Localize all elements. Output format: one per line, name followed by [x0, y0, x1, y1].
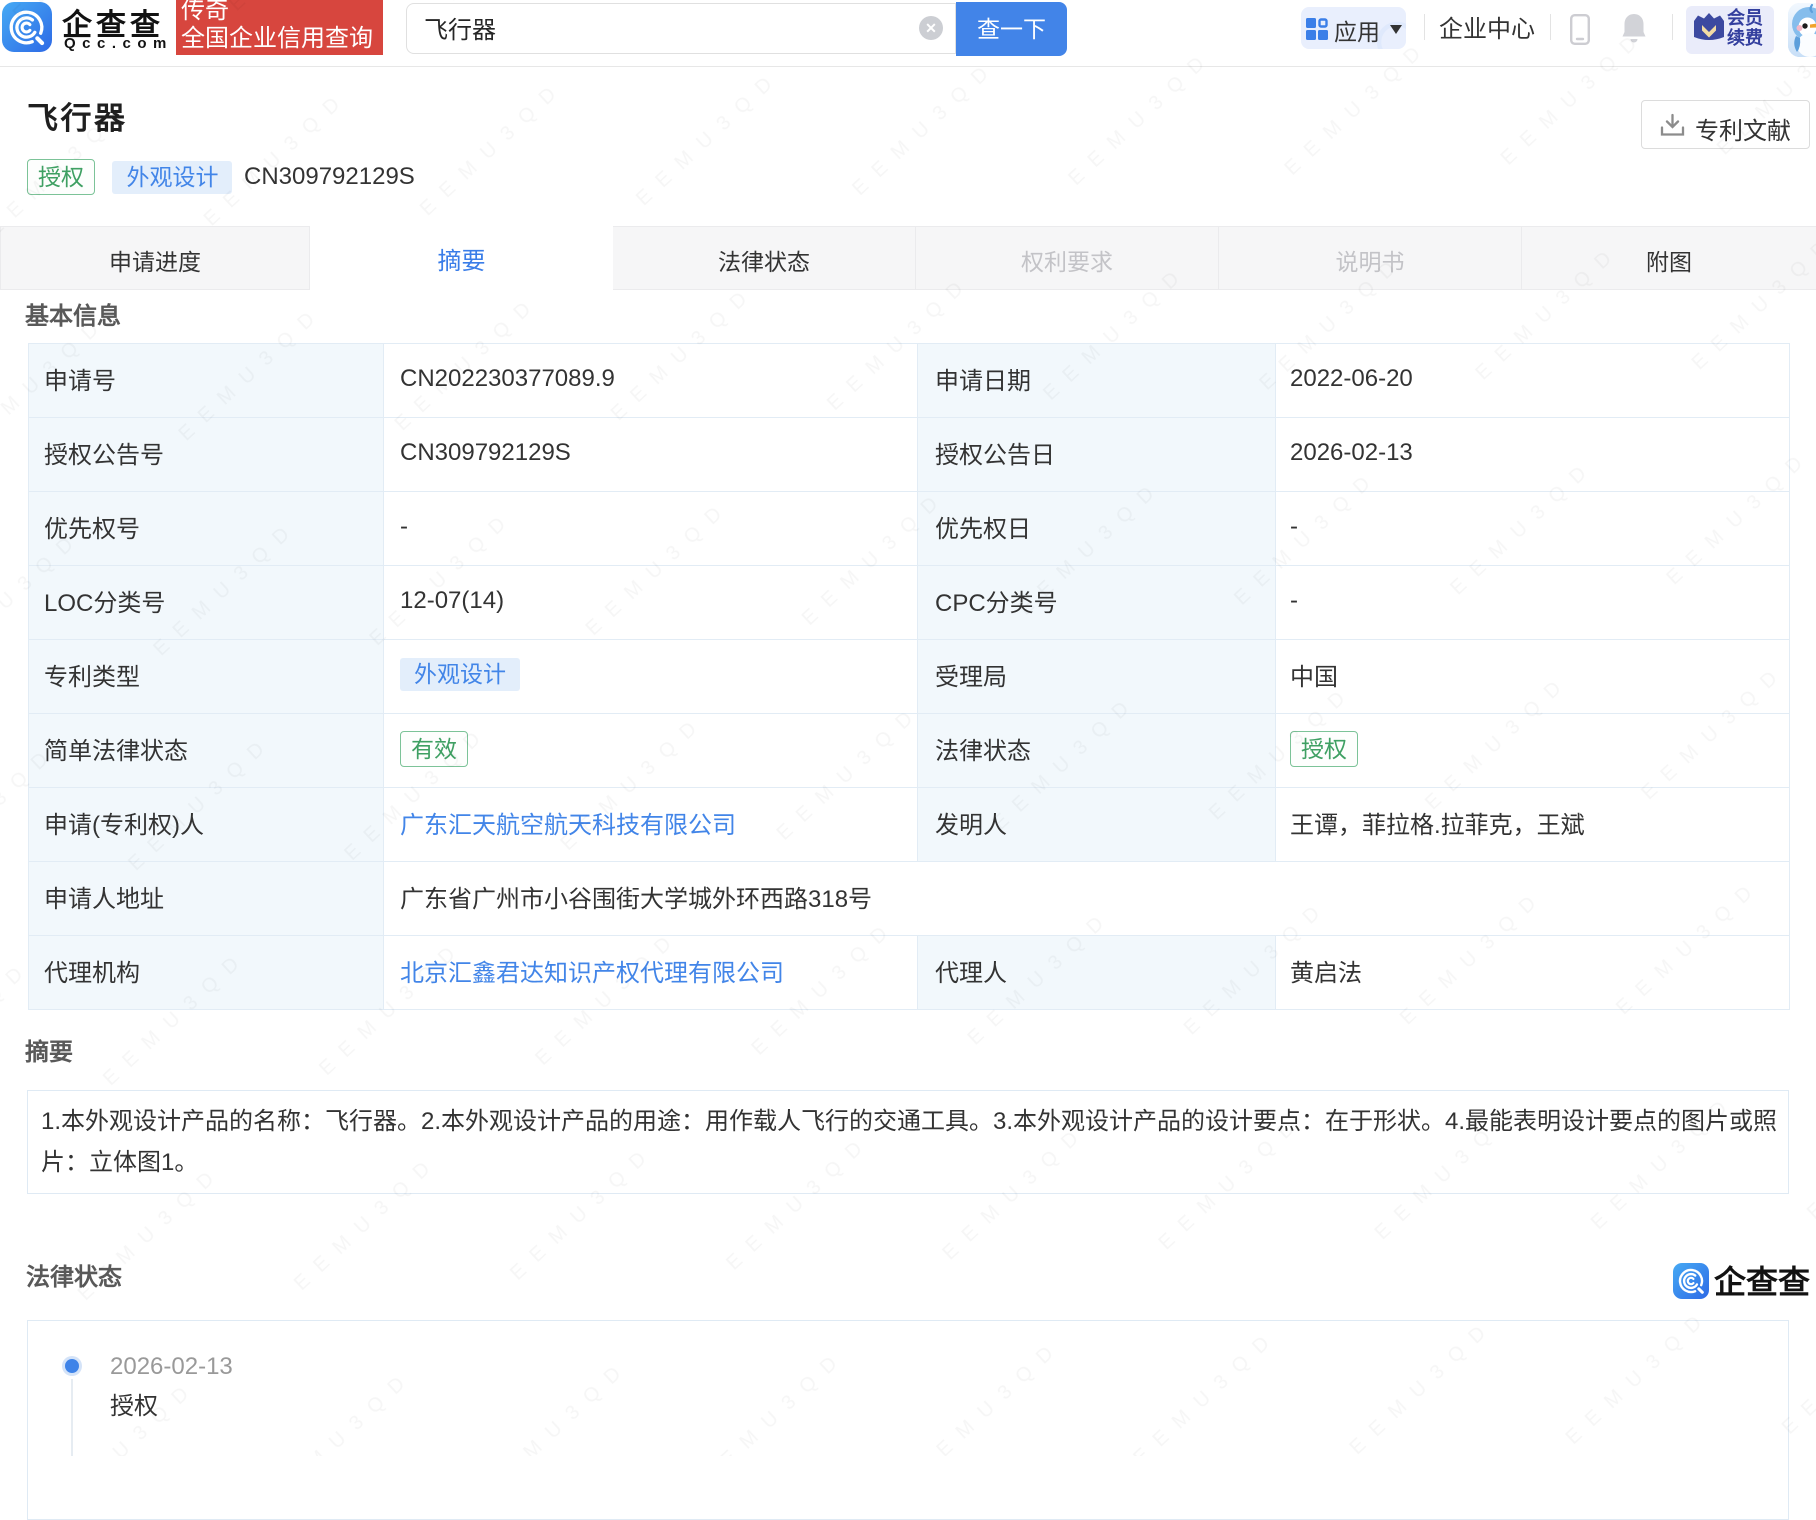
svg-text:企查查: 企查查: [1714, 1264, 1810, 1300]
